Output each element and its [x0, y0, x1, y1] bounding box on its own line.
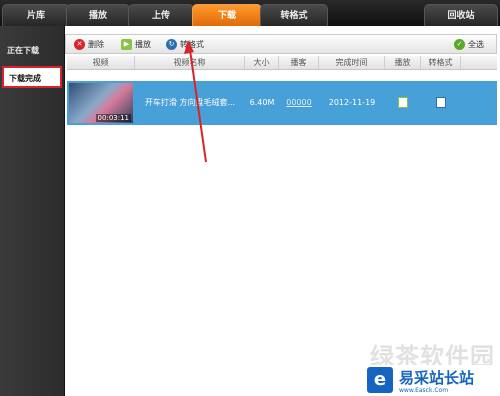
column-header-podcast[interactable]: 播客	[279, 56, 319, 69]
checkmark-icon: ✓	[454, 39, 465, 50]
toolbar: ✕ 删除 ▶ 播放 ↻ 转格式 ✓ 全选	[65, 34, 497, 54]
column-header-convert[interactable]: 转格式	[421, 56, 461, 69]
tab-upload[interactable]: 上传	[128, 4, 194, 26]
sidebar-item-completed[interactable]: 下载完成	[2, 66, 62, 88]
video-thumbnail[interactable]: 00:03:11	[69, 83, 133, 123]
video-completed-date: 2012-11-19	[328, 98, 376, 107]
play-label: 播放	[135, 40, 151, 49]
sidebar: 正在下载 下载完成	[0, 26, 65, 396]
watermark-url: www.Easck.Com	[399, 387, 449, 394]
top-tab-bar: 片库 播放 上传 下载 转格式 回收站	[0, 0, 500, 26]
play-file-icon	[398, 97, 408, 108]
table-row[interactable]: 00:03:11 开车打滑 方向盘毛绒套... 6.40M 00000 2012…	[67, 81, 497, 125]
watermark-logo: e 易采站长站 www.Easck.Com	[365, 365, 500, 396]
video-duration: 00:03:11	[95, 114, 131, 122]
delete-button[interactable]: ✕ 删除	[74, 38, 104, 52]
tab-recycle-bin[interactable]: 回收站	[424, 4, 498, 26]
column-header-video[interactable]: 视频	[67, 56, 135, 69]
tab-play[interactable]: 播放	[66, 4, 130, 26]
column-header-name[interactable]: 视频名称	[135, 56, 245, 69]
play-button[interactable]: ▶ 播放	[121, 38, 151, 52]
tab-library[interactable]: 片库	[2, 4, 70, 26]
logo-e-icon: e	[367, 367, 393, 393]
watermark-brand: 易采站长站	[399, 369, 475, 387]
video-podcast-link[interactable]: 00000	[279, 81, 319, 125]
row-convert-button[interactable]	[421, 81, 461, 125]
delete-label: 删除	[88, 40, 104, 49]
column-header-play[interactable]: 播放	[385, 56, 421, 69]
convert-button[interactable]: ↻ 转格式	[166, 38, 204, 52]
sidebar-item-downloading[interactable]: 正在下载	[2, 40, 62, 62]
play-icon: ▶	[121, 39, 132, 50]
video-name: 开车打滑 方向盘毛绒套...	[144, 98, 236, 107]
delete-icon: ✕	[74, 39, 85, 50]
video-size: 6.40M	[249, 98, 275, 107]
select-all-button[interactable]: ✓ 全选	[454, 38, 484, 52]
tab-convert[interactable]: 转格式	[260, 4, 328, 26]
convert-file-icon	[436, 97, 446, 108]
column-header-size[interactable]: 大小	[245, 56, 279, 69]
convert-icon: ↻	[166, 39, 177, 50]
tab-download[interactable]: 下载	[192, 4, 262, 26]
table-header: 视频 视频名称 大小 播客 完成时间 播放 转格式	[67, 56, 497, 70]
select-all-label: 全选	[468, 40, 484, 49]
row-play-button[interactable]	[385, 81, 421, 125]
column-header-completed[interactable]: 完成时间	[319, 56, 385, 69]
convert-label: 转格式	[180, 40, 204, 49]
